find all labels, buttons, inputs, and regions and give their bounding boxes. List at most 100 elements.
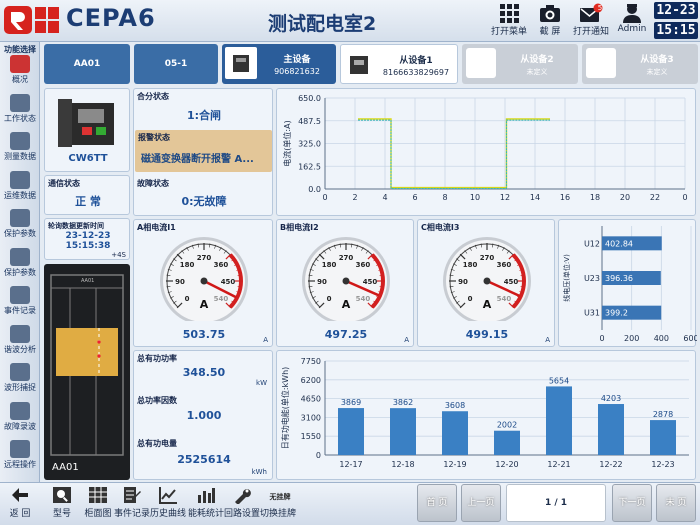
remote-icon xyxy=(10,440,30,458)
sidebar-item-label: 波形捕捉 xyxy=(4,383,36,392)
grid-menu-icon xyxy=(500,4,519,23)
gauge-a-unit: A xyxy=(263,336,268,344)
x-tick-label: 14 xyxy=(530,193,540,202)
gauge-c-title: C相电流I3 xyxy=(421,223,460,232)
master-device-tab[interactable]: 主设备 906821632 xyxy=(222,44,336,84)
sidebar-item-2[interactable]: 测量数据 xyxy=(0,132,40,162)
slave3-device-status: 未定义 xyxy=(646,68,668,76)
cabinet-tab[interactable]: AA01 xyxy=(44,44,130,84)
company-logo xyxy=(4,6,59,34)
x-tick-label: 16 xyxy=(560,193,570,202)
sidebar-item-label: 事件记录 xyxy=(4,306,36,315)
sidebar-item-label: 概况 xyxy=(12,75,28,84)
x-tick-label: 0 xyxy=(322,193,327,202)
poll-time: 15:15:38 xyxy=(65,241,111,251)
footer-item-3[interactable]: 事件记录 xyxy=(114,486,150,519)
x-tick-label: 0 xyxy=(682,193,687,202)
gauge-tick-label: 0 xyxy=(327,295,332,303)
svg-text:AA01: AA01 xyxy=(81,278,94,284)
footer-item-0[interactable]: 返 回 xyxy=(2,486,38,519)
slave1-device-tab[interactable]: 从设备1 8166633829697 xyxy=(340,44,458,84)
open-notify-label: 打开通知 xyxy=(572,27,609,37)
sidebar-item-1[interactable]: 工作状态 xyxy=(0,93,40,124)
event-log-icon xyxy=(124,487,141,503)
footer-item-4[interactable]: 历史曲线 xyxy=(150,486,186,519)
sidebar-item-8[interactable]: 波形捕捉 xyxy=(0,363,40,393)
screenshot-button[interactable]: 截 屏 xyxy=(534,2,566,40)
slave2-device-label: 从设备2 xyxy=(520,55,554,65)
sidebar-item-10[interactable]: 远程操作 xyxy=(0,440,40,470)
energy-category-label: 12-22 xyxy=(599,460,622,469)
gauge-panel-c: C相电流I3 0 90 180 270 360 450 540 A 499.15 A xyxy=(417,219,555,347)
sidebar-item-7[interactable]: 谐波分析 xyxy=(0,324,40,355)
fault-status-label: 故障状态 xyxy=(137,179,169,188)
sidebar-item-6[interactable]: 事件记录 xyxy=(0,286,40,316)
y-tick-label: 1550 xyxy=(301,432,321,441)
last-page-button[interactable]: 末 页 xyxy=(656,484,696,522)
user-account-button[interactable]: Admin xyxy=(616,2,648,40)
x-tick-label: 200 xyxy=(624,334,639,343)
sidebar-item-5[interactable]: 保护参数 xyxy=(0,247,40,278)
gauge-tick-label: 180 xyxy=(322,261,337,269)
energy-category-label: 12-18 xyxy=(391,460,414,469)
gauge-tick-label: 540 xyxy=(497,295,512,303)
energy-bar xyxy=(546,386,572,455)
wave-icon xyxy=(10,363,30,381)
cabinet-grid-icon xyxy=(89,487,107,503)
loop-tab[interactable]: 05-1 xyxy=(134,44,218,84)
sidebar-item-label: 保护参数 xyxy=(4,229,36,238)
footer-item-7[interactable]: 无挂牌 切换挂牌 xyxy=(260,486,296,519)
device-model: CW6TT xyxy=(68,153,108,164)
footer-item-label: 切换挂牌 xyxy=(260,509,297,519)
footer-item-2[interactable]: 柜面图 xyxy=(80,486,116,519)
sidebar: 功能选择 概况 工作状态 测量数据 运维数据 保护参数 保护参数 事件记录 谐波分析 波形捕捉故… xyxy=(0,42,40,482)
y-tick-label: 162.5 xyxy=(298,162,321,171)
cabinet-diagram-name: AA01 xyxy=(52,462,79,473)
energy-bar xyxy=(390,408,416,455)
sidebar-item-0[interactable]: 概况 xyxy=(0,55,40,85)
footer-item-1[interactable]: 型号 xyxy=(44,486,80,519)
open-menu-label: 打开菜单 xyxy=(490,27,527,37)
gauge-tick-label: 90 xyxy=(317,278,327,286)
active-power-label: 总有功功率 xyxy=(137,354,177,363)
switch-status-value: 1:合闸 xyxy=(186,109,222,122)
wrench-icon xyxy=(235,489,251,504)
sidebar-item-3[interactable]: 运维数据 xyxy=(0,170,40,201)
x-tick-label: 4 xyxy=(382,193,387,202)
gauge-tick-label: 450 xyxy=(221,278,236,286)
sidebar-item-9[interactable]: 故障录波 xyxy=(0,401,40,432)
page-indicator: 1 / 1 xyxy=(506,484,606,522)
energy-category-label: 12-23 xyxy=(651,460,674,469)
x-tick-label: 8 xyxy=(442,193,447,202)
footer-item-6[interactable]: 回路设置 xyxy=(224,486,260,519)
x-tick-label: 6 xyxy=(412,193,417,202)
open-menu-button[interactable]: 打开菜单 xyxy=(490,2,528,40)
slave2-device-tab[interactable]: 从设备2 未定义 xyxy=(462,44,578,84)
user-icon xyxy=(623,4,641,23)
footer-item-label: 历史曲线 xyxy=(150,509,187,519)
first-page-button[interactable]: 首 页 xyxy=(417,484,457,522)
footer-item-5[interactable]: 能耗统计 xyxy=(188,486,224,519)
voltage-value-label: 396.36 xyxy=(605,274,633,283)
gauge-c-unit: A xyxy=(545,336,550,344)
overview-icon xyxy=(10,55,30,73)
energy-value-label: 4203 xyxy=(601,394,621,403)
slave1-device-label: 从设备1 xyxy=(399,56,433,66)
y-tick-label: 4650 xyxy=(301,395,321,404)
gauge-b-value: 497.25 xyxy=(324,328,368,341)
power-factor-label: 总功率因数 xyxy=(137,396,177,405)
open-notify-button[interactable]: 5 打开通知 xyxy=(572,2,610,40)
sidebar-item-4[interactable]: 保护参数 xyxy=(0,209,40,239)
next-page-button[interactable]: 下一页 xyxy=(612,484,652,522)
slave3-device-tab[interactable]: 从设备3 未定义 xyxy=(582,44,698,84)
gauge-a-title: A相电流I1 xyxy=(137,223,176,232)
tag-status: 无挂牌 xyxy=(269,493,291,501)
fault-wave-icon xyxy=(10,401,30,420)
status-panel: 合分状态 1:合闸 报警状态 磁通变换器断开报警 A... 故障状态 0:无故障 xyxy=(133,88,273,216)
gauge-hub xyxy=(200,277,208,285)
active-power-unit: kW xyxy=(256,379,267,387)
measurement-icon xyxy=(10,132,30,150)
current-series-1 xyxy=(358,119,550,189)
slave3-device-label: 从设备3 xyxy=(640,55,674,65)
prev-page-button[interactable]: 上一页 xyxy=(461,484,501,522)
